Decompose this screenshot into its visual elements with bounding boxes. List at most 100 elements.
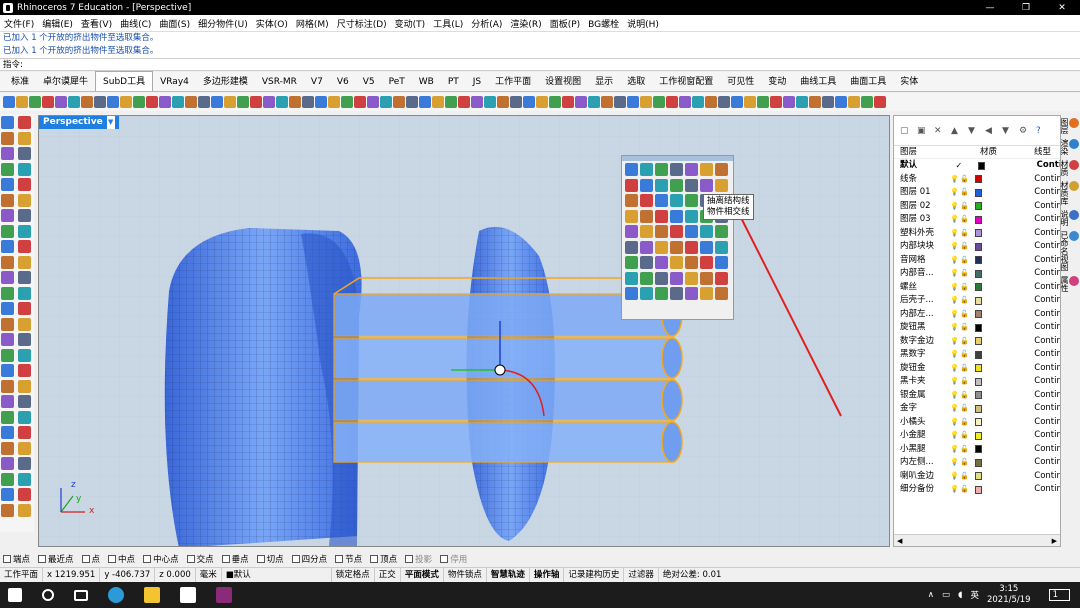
lock-icon[interactable]: 🔓 [960,308,970,322]
left-tool-icon[interactable] [1,178,14,191]
layer-row[interactable]: 数字金边 💡 🔓 Contir [894,335,1060,349]
visibility-icon[interactable]: 💡 [950,321,960,335]
flyout-tool-icon[interactable] [670,225,683,238]
layer-row[interactable]: 图层 01 💡 🔓 Contir [894,186,1060,200]
layer-color-swatch[interactable] [974,445,983,454]
flyout-tool-icon[interactable] [685,209,698,223]
layer-color-swatch[interactable] [974,337,983,346]
subd-tool-icon[interactable] [185,96,197,108]
tab-visibility[interactable]: 可见性 [720,73,761,91]
flyout-tool-icon[interactable] [625,194,638,207]
ime-indicator[interactable]: 英 [970,589,979,601]
viewport-menu-arrow[interactable]: ▼ [106,116,115,129]
menu-mesh[interactable]: 网格(M) [296,17,329,30]
flyout-tool-icon[interactable] [640,163,653,176]
layer-row[interactable]: 塑料外壳 💡 🔓 Contir [894,227,1060,241]
flyout-tool-icon[interactable] [700,178,713,192]
layer-linetype[interactable]: Contir [1034,200,1060,214]
layer-linetype[interactable]: Contir [1034,362,1060,376]
osnap-checkbox[interactable] [143,555,152,563]
osnap-checkbox[interactable] [256,555,265,563]
side-tab[interactable]: 已命名视图 [1060,231,1079,271]
layer-color-swatch[interactable] [974,377,983,386]
left-tool-icon[interactable] [1,302,14,315]
left-tool-icon[interactable] [1,364,14,377]
subd-tool-icon[interactable] [328,96,340,108]
search-icon[interactable] [42,589,54,601]
tab-display[interactable]: 显示 [588,73,620,91]
flyout-tool-icon[interactable] [685,225,698,238]
visibility-icon[interactable]: 💡 [950,308,960,322]
left-tool-icon[interactable] [1,426,14,439]
left-tool-icon[interactable] [1,457,14,470]
flyout-tool-icon[interactable] [625,209,638,223]
visibility-icon[interactable]: 💡 [950,240,960,254]
subd-tool-icon[interactable] [523,96,535,108]
flyout-tool-icon[interactable] [625,163,638,176]
layer-linetype[interactable]: Contir [1034,443,1060,457]
subd-tool-icon[interactable] [718,96,730,108]
flyout-tool-icon[interactable] [670,287,683,300]
visibility-icon[interactable]: 💡 [950,200,960,214]
subd-tool-icon[interactable] [536,96,548,108]
subd-tool-icon[interactable] [16,96,28,108]
lock-icon[interactable]: 🔓 [960,483,970,497]
left-tool-icon[interactable] [18,457,31,470]
visibility-icon[interactable]: 💡 [950,335,960,349]
lock-icon[interactable]: 🔓 [960,389,970,403]
flyout-tool-icon[interactable] [655,287,668,300]
lock-icon[interactable]: 🔓 [960,335,970,349]
help-icon[interactable]: ? [1036,126,1046,136]
toggle-gumball[interactable]: 操作轴 [530,567,565,583]
subd-tool-icon[interactable] [354,96,366,108]
layer-row[interactable]: 旋钮黑 💡 🔓 Contir [894,321,1060,335]
perspective-viewport[interactable]: Perspective ▼ z y x [38,115,890,547]
layer-linetype[interactable]: Contir [1034,240,1060,254]
flyout-tool-icon[interactable] [655,271,668,285]
left-tool-icon[interactable] [1,131,14,145]
subd-tool-icon[interactable] [484,96,496,108]
subd-tool-icon[interactable] [562,96,574,108]
layer-row[interactable]: 黑数字 💡 🔓 Contir [894,348,1060,362]
osnap-option[interactable]: 中点 [108,553,135,565]
subd-tool-icon[interactable] [107,96,119,108]
subd-tool-icon[interactable] [770,96,782,108]
lock-icon[interactable]: 🔓 [960,173,970,187]
winrar-icon[interactable] [216,587,232,603]
flyout-tool-icon[interactable] [685,287,698,300]
layer-linetype[interactable]: Contir [1034,254,1060,268]
flyout-tool-icon[interactable] [670,256,683,269]
subd-tool-icon[interactable] [289,96,301,108]
left-tool-icon[interactable] [1,379,14,393]
left-tool-icon[interactable] [1,193,14,207]
layer-linetype[interactable]: Contir [1034,470,1060,484]
subd-tool-icon[interactable] [81,96,93,108]
tab-standard[interactable]: 标准 [4,73,36,91]
subd-tool-icon[interactable] [263,96,275,108]
flyout-tool-icon[interactable] [655,194,668,207]
close-button[interactable]: ✕ [1044,0,1080,15]
windows-start-icon[interactable] [8,588,22,602]
layer-color-swatch[interactable] [974,323,983,332]
subd-tool-icon[interactable] [692,96,704,108]
subd-tool-icon[interactable] [55,96,67,108]
left-tool-icon[interactable] [1,348,14,362]
layer-linetype[interactable]: Contir [1034,402,1060,416]
subd-tool-icon[interactable] [666,96,678,108]
lock-icon[interactable]: 🔓 [960,213,970,227]
tab-wb[interactable]: WB [412,73,441,91]
menu-view[interactable]: 查看(V) [81,17,112,30]
subd-tool-icon[interactable] [302,96,314,108]
lock-icon[interactable]: 🔓 [960,348,970,362]
layer-linetype[interactable]: Contir [1034,294,1060,308]
left-tool-icon[interactable] [18,240,31,253]
lock-icon[interactable]: 🔓 [960,416,970,430]
lock-icon[interactable]: 🔓 [960,186,970,200]
osnap-option[interactable]: 四分点 [291,553,327,565]
subd-tool-icon[interactable] [796,96,808,108]
left-tool-icon[interactable] [1,410,14,424]
toggle-grid-snap[interactable]: 锁定格点 [332,567,375,583]
menu-solid[interactable]: 实体(O) [256,17,288,30]
flyout-tool-icon[interactable] [685,256,698,269]
subd-tool-icon[interactable] [198,96,210,108]
